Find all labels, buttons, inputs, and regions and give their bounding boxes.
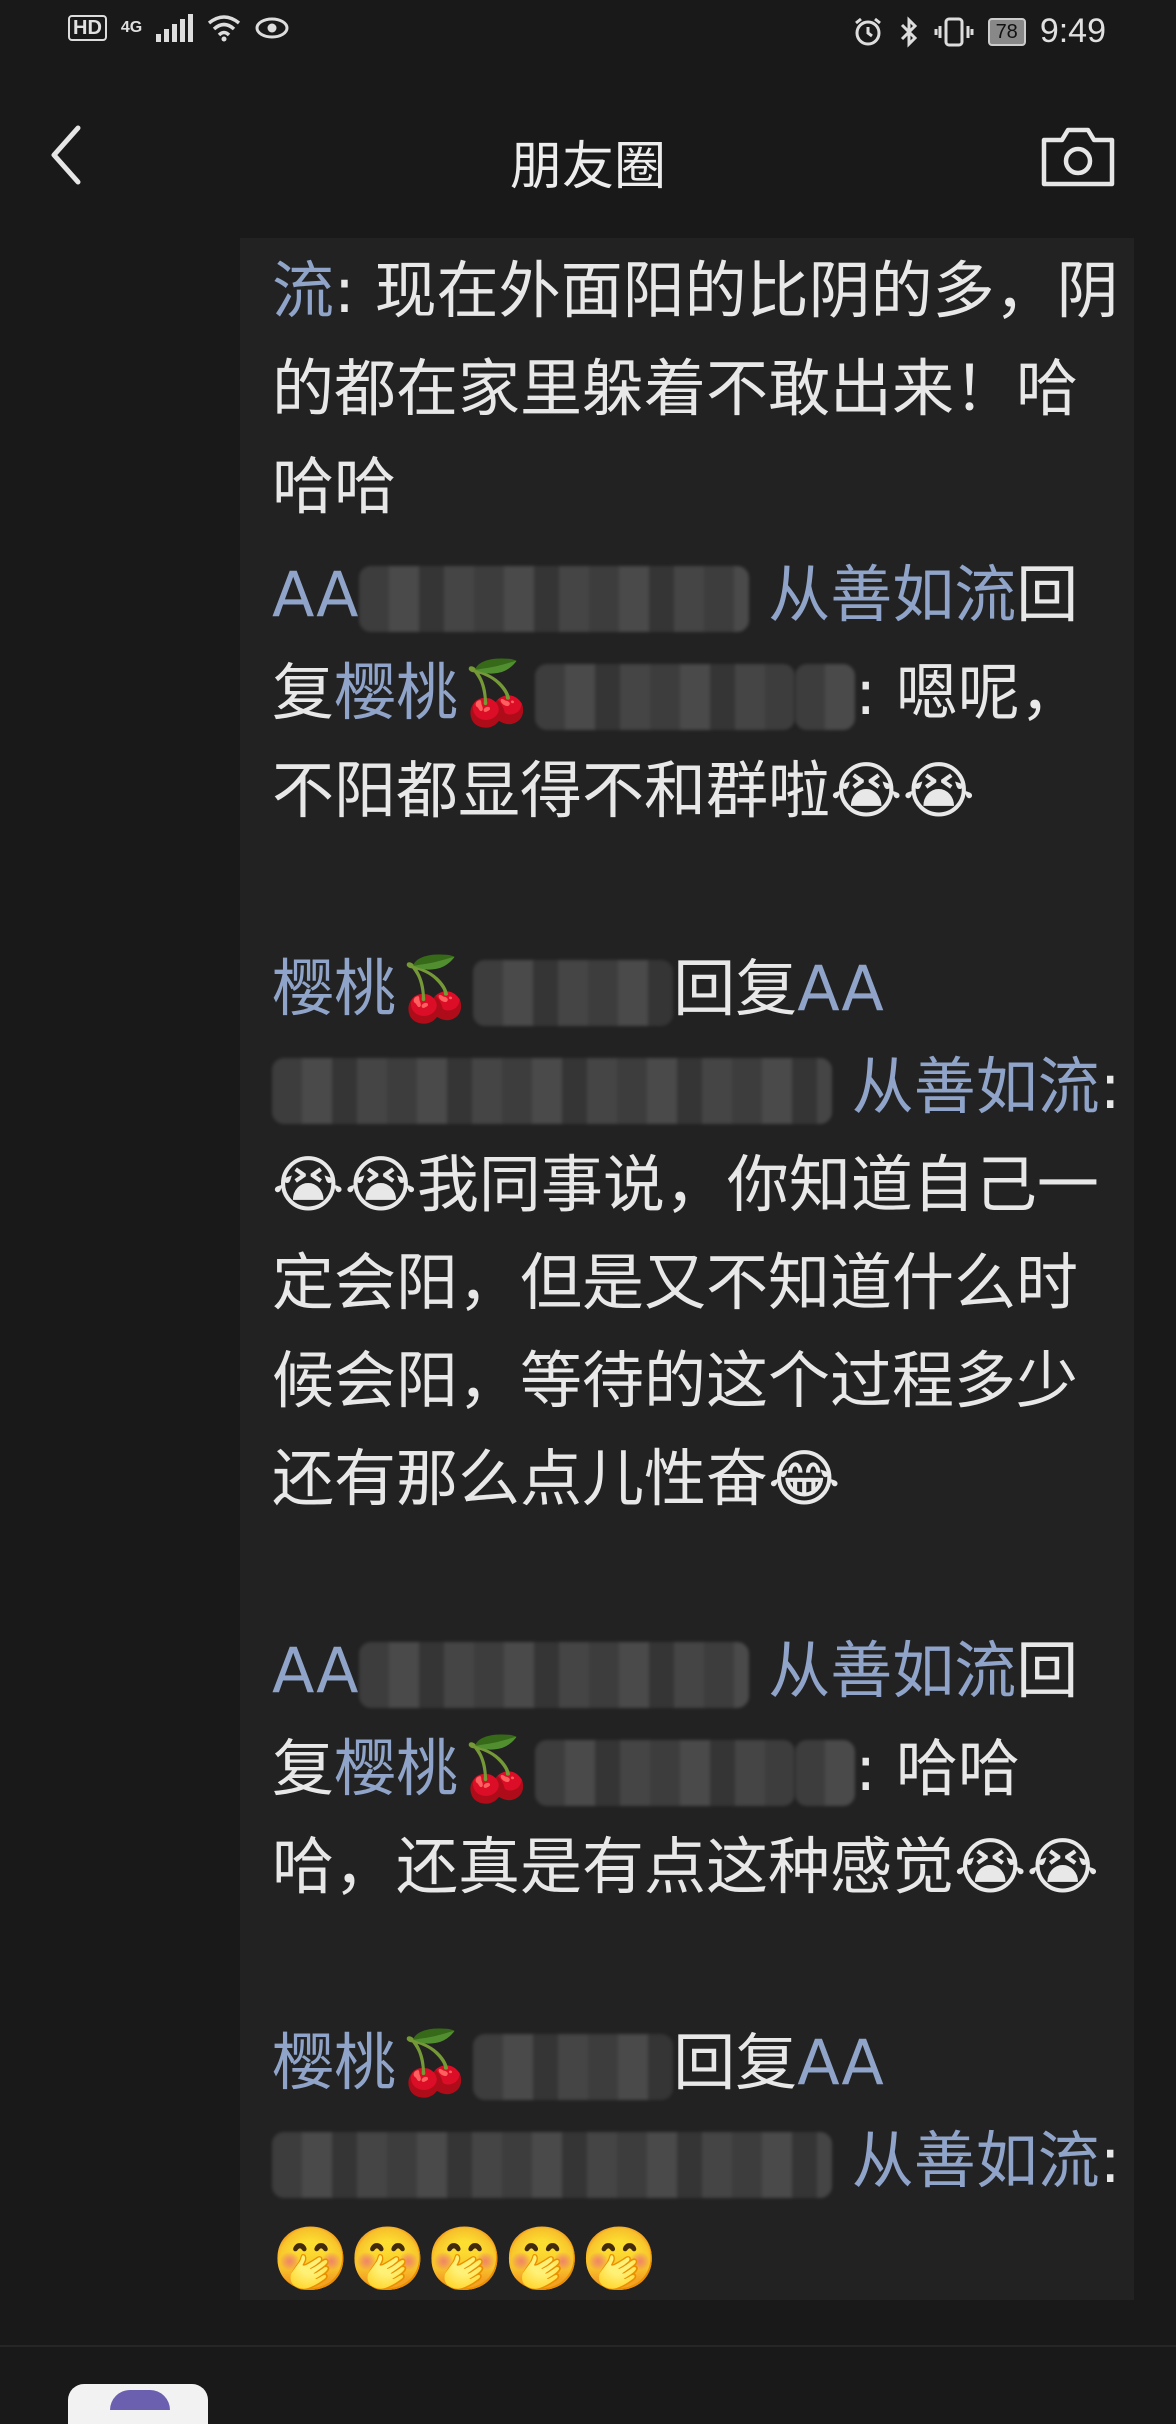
camera-icon <box>1041 127 1115 187</box>
alarm-icon <box>854 17 881 45</box>
comment-item[interactable]: 樱桃🍒 回复AA 从善如流: 😭😭我同事说，你知道自己一定会阳，但是又不知道什么时… <box>272 940 1122 1528</box>
redacted-name <box>473 959 674 1026</box>
comments-panel: 流: 现在外面阳的比阴的多，阴的都在家里躲着不敢出来！哈哈哈 AA 从善如流回复… <box>240 238 1134 2300</box>
comment-item[interactable]: AA 从善如流回复樱桃🍒: 哈哈哈，还真是有点这种感觉😭😭 <box>272 1622 1122 1916</box>
comment-text: 🤭🤭🤭🤭🤭 <box>272 2222 658 2295</box>
wifi-icon <box>208 15 241 42</box>
comment-item[interactable]: 樱桃🍒 回复AA 从善如流: 🤭🤭🤭🤭🤭 <box>272 2014 1122 2308</box>
redacted-name <box>272 1057 832 1124</box>
redacted-name <box>358 565 749 632</box>
comment-author[interactable]: 樱桃🍒 <box>272 2026 674 2100</box>
avatar-image <box>110 2390 170 2410</box>
reply-label: 回复 <box>673 952 798 1025</box>
redacted-name <box>795 663 856 730</box>
page-title: 朋友圈 <box>509 137 666 197</box>
reply-label: 回复 <box>673 2026 798 2099</box>
comment-text: 😭😭我同事说，你知道自己一定会阳，但是又不知道什么时候会阳，等待的这个过程多少还… <box>272 1148 1099 1515</box>
hd-badge: HD <box>68 15 107 41</box>
redacted-name <box>473 2033 674 2100</box>
status-bar: HD 4G 78 9:49 <box>0 0 1176 70</box>
network-type: 4G <box>120 19 143 36</box>
divider <box>0 2345 1176 2347</box>
reply-target[interactable]: 樱桃🍒 <box>334 656 856 730</box>
redacted-name <box>795 1739 856 1806</box>
eye-icon <box>255 17 289 39</box>
reply-target[interactable]: 樱桃🍒 <box>334 1732 856 1806</box>
battery-indicator: 78 <box>987 17 1026 46</box>
comment-author[interactable]: AA 从善如流 <box>272 1634 1016 1708</box>
redacted-name <box>535 1739 796 1806</box>
comment-author[interactable]: 流 <box>272 254 334 327</box>
comment-author[interactable]: 樱桃🍒 <box>272 952 674 1026</box>
vibrate-icon <box>934 17 974 46</box>
bluetooth-icon <box>900 15 917 48</box>
redacted-name <box>272 2131 832 2198</box>
comment-text: 现在外面阳的比阴的多，阴的都在家里躲着不敢出来！哈哈哈 <box>272 254 1119 523</box>
redacted-name <box>535 663 796 730</box>
comment-item[interactable]: AA 从善如流回复樱桃🍒: 嗯呢，不阳都显得不和群啦😭😭 <box>272 546 1122 840</box>
signal-icon <box>156 14 194 42</box>
clock: 9:49 <box>1039 12 1106 50</box>
comment-author[interactable]: AA 从善如流 <box>272 558 1016 632</box>
status-left: HD 4G <box>68 14 289 42</box>
nav-bar: 朋友圈 <box>0 70 1176 236</box>
comment-item[interactable]: 流: 现在外面阳的比阴的多，阴的都在家里躲着不敢出来！哈哈哈 <box>272 242 1122 536</box>
redacted-name <box>358 1641 749 1708</box>
status-right: 78 9:49 <box>852 12 1106 51</box>
camera-button[interactable] <box>1040 124 1116 188</box>
